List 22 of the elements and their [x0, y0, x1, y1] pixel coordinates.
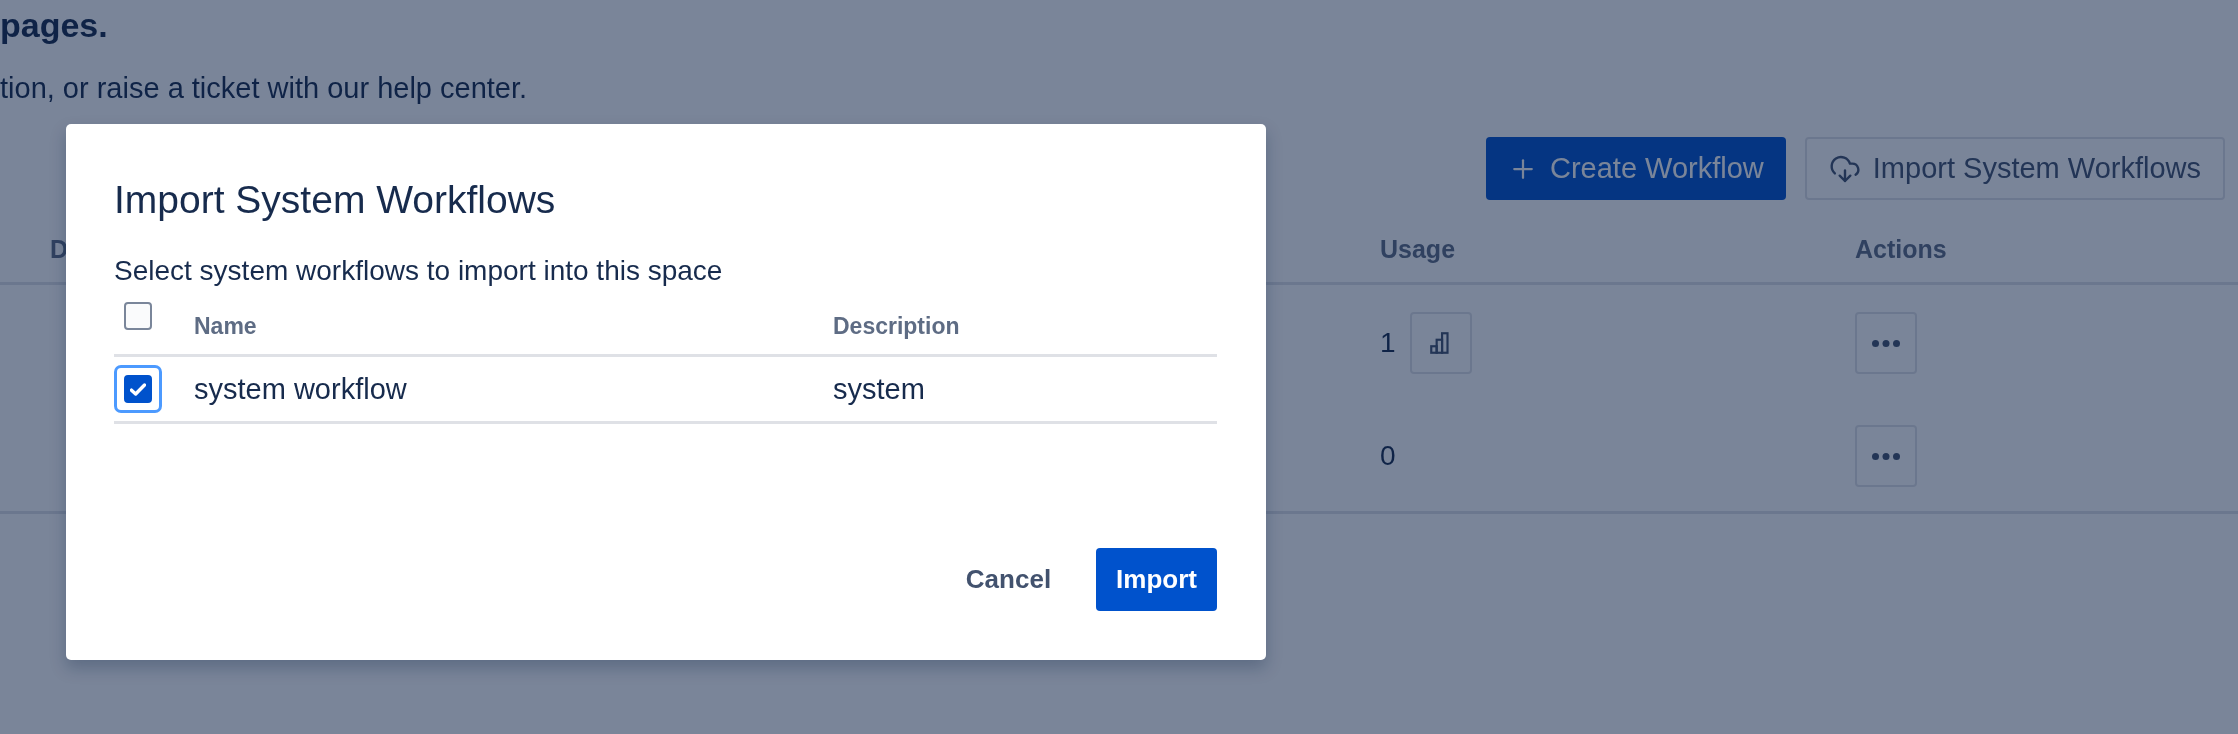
page-heading: pages. [0, 7, 109, 43]
checkbox[interactable] [114, 365, 162, 413]
column-header: Description [833, 313, 960, 339]
column-header: D [50, 235, 69, 263]
workflow-description: system [833, 372, 925, 405]
more-icon [1872, 339, 1900, 347]
more-icon [1872, 452, 1900, 460]
workflow-name: system workflow [194, 372, 407, 405]
dialog-title: Import System Workflows [114, 180, 557, 220]
more-actions-button[interactable] [1855, 425, 1917, 487]
dialog-description: Select system workflows to import into this space [114, 255, 724, 287]
check-icon [130, 382, 146, 396]
usage-count: 0 [1380, 440, 1396, 472]
more-actions-button[interactable] [1855, 312, 1917, 374]
help-text: tion, or raise a ticket with our help center. [0, 72, 529, 104]
column-header: Name [194, 313, 257, 339]
usage-chart-button[interactable] [1409, 312, 1472, 374]
column-header: Usage [1380, 235, 1456, 263]
usage-count: 1 [1380, 327, 1396, 359]
cancel-button[interactable]: Cancel [945, 548, 1072, 611]
import-button[interactable]: Import [1096, 548, 1217, 611]
column-header: Actions [1855, 235, 1947, 263]
